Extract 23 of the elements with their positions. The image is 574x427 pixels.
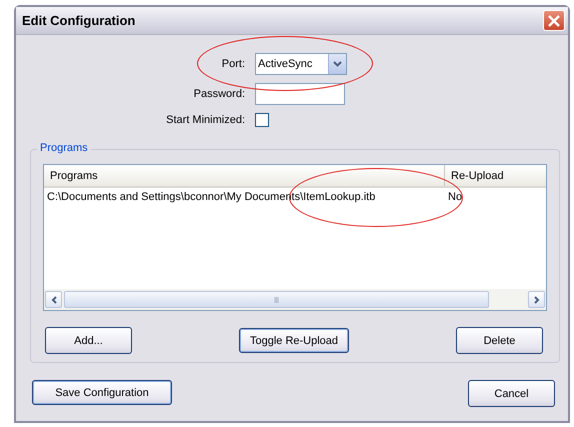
add-button[interactable]: Add... [45, 327, 132, 354]
close-button[interactable] [543, 10, 565, 31]
port-label: Port: [220, 58, 245, 70]
table-cell-text: No [447, 190, 464, 202]
toggle-button[interactable]: Toggle Re-Upload [238, 328, 350, 353]
scroll-left-icon[interactable] [45, 291, 62, 308]
save-button[interactable]: Save Configuration [32, 380, 172, 405]
caret-icon [333, 61, 342, 67]
window-title: Edit Configuration [22, 13, 136, 28]
scroll-thumb[interactable] [64, 291, 489, 308]
start-minimized-checkbox[interactable] [255, 113, 269, 127]
scroll-right-icon[interactable] [528, 291, 545, 308]
delete-button[interactable]: Delete [456, 327, 543, 354]
column-header[interactable]: Programs [44, 165, 445, 186]
cancel-button[interactable]: Cancel [468, 380, 555, 407]
group-title: Programs [37, 142, 91, 154]
port-dropdown[interactable]: ActiveSync [255, 53, 347, 75]
close-icon [548, 14, 560, 26]
password-field[interactable] [255, 83, 345, 105]
password-label: Password: [192, 88, 245, 100]
horizontal-scrollbar[interactable] [44, 289, 546, 310]
column-header[interactable]: Re-Upload [445, 165, 510, 186]
start-minimized-label: Start Minimized: [165, 114, 245, 126]
